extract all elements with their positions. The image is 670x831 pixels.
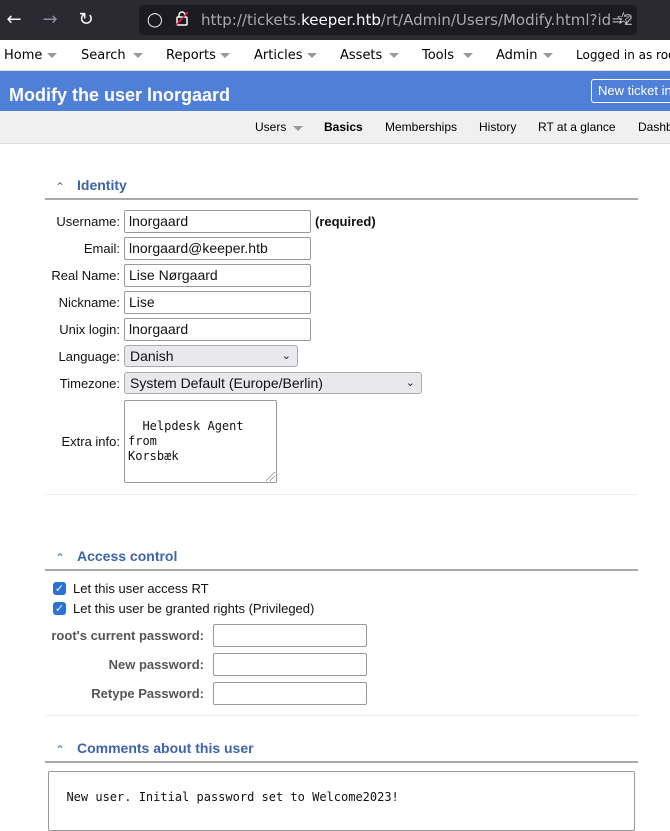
current-password-label: root's current password: [51, 628, 204, 643]
new-password-field[interactable] [213, 653, 367, 676]
section-title: Access control [77, 548, 178, 564]
privileged-checkbox[interactable]: ✓ [53, 602, 66, 615]
identity-section-header[interactable]: ⌃ Identity [45, 176, 638, 200]
language-label: Language: [58, 349, 120, 364]
email-field[interactable]: lnorgaard@keeper.htb [124, 237, 311, 260]
retype-password-label: Retype Password: [91, 686, 204, 701]
comments-textarea[interactable]: New user. Initial password set to Welcom… [48, 771, 635, 831]
extrainfo-text: Helpdesk Agent from Korsbæk [128, 419, 244, 463]
section-title: Comments about this user [77, 740, 254, 756]
privileged-label[interactable]: Let this user be granted rights (Privile… [73, 601, 314, 616]
chevron-down-icon[interactable] [220, 53, 230, 58]
page-header: Modify the user lnorgaard New ticket in [0, 71, 670, 111]
section-title: Identity [77, 177, 127, 193]
forward-icon[interactable]: → [38, 8, 62, 32]
menu-tools[interactable]: Tools [422, 40, 454, 71]
current-password-field[interactable] [213, 624, 367, 647]
timezone-value: System Default (Europe/Berlin) [130, 375, 323, 391]
resize-handle-icon[interactable] [266, 472, 275, 481]
collapse-chevron-icon[interactable]: ⌃ [55, 180, 65, 194]
chevron-down-icon[interactable] [543, 53, 553, 58]
email-label: Email: [83, 241, 120, 256]
insecure-lock-icon[interactable] [175, 10, 189, 32]
section-divider [45, 715, 638, 716]
required-note: (required) [315, 214, 376, 229]
access-rt-label[interactable]: Let this user access RT [73, 581, 209, 596]
chevron-down-icon: ⌄ [405, 377, 415, 389]
bookmark-star-icon[interactable]: ☆ [616, 9, 631, 29]
chevron-down-icon[interactable] [47, 53, 57, 58]
language-value: Danish [130, 348, 174, 364]
chevron-down-icon[interactable] [463, 53, 473, 58]
chevron-down-icon[interactable] [293, 126, 303, 131]
access-section-header[interactable]: ⌃ Access control [45, 547, 638, 571]
url-bar[interactable]: ◯ http://tickets.keeper.htb/rt/Admin/Use… [139, 5, 637, 35]
url-text: http://tickets.keeper.htb/rt/Admin/Users… [201, 11, 634, 29]
username-label: Username: [56, 214, 120, 229]
comments-text: New user. Initial password set to Welcom… [66, 790, 399, 804]
unixlogin-field[interactable]: lnorgaard [124, 318, 311, 341]
menu-admin[interactable]: Admin [496, 40, 537, 71]
new-password-label: New password: [108, 657, 204, 672]
tab-users[interactable]: Users [255, 111, 286, 144]
collapse-chevron-icon[interactable]: ⌃ [55, 551, 65, 565]
chevron-down-icon: ⌄ [281, 350, 291, 362]
timezone-label: Timezone: [59, 376, 120, 391]
tab-rt-at-a-glance[interactable]: RT at a glance [538, 111, 616, 144]
browser-toolbar: ← → ↻ ◯ http://tickets.keeper.htb/rt/Adm… [0, 0, 670, 40]
logged-in-as[interactable]: Logged in as root [576, 40, 670, 71]
nickname-label: Nickname: [58, 295, 120, 310]
tab-basics[interactable]: Basics [324, 111, 363, 144]
shield-icon[interactable]: ◯ [147, 10, 163, 30]
extrainfo-textarea[interactable]: Helpdesk Agent from Korsbæk [124, 400, 277, 483]
menu-home[interactable]: Home [4, 40, 42, 71]
unixlogin-label: Unix login: [59, 322, 120, 337]
chevron-down-icon[interactable] [307, 53, 317, 58]
chevron-down-icon[interactable] [133, 53, 143, 58]
page-subnav: Users Basics Memberships History RT at a… [0, 111, 670, 144]
tab-history[interactable]: History [479, 111, 516, 144]
section-divider [45, 494, 638, 495]
retype-password-field[interactable] [213, 682, 367, 705]
realname-label: Real Name: [51, 268, 120, 283]
menu-assets[interactable]: Assets [340, 40, 382, 71]
nickname-field[interactable]: Lise [124, 291, 311, 314]
tab-dashboards[interactable]: Dashboards [638, 111, 670, 144]
extrainfo-label: Extra info: [61, 434, 120, 449]
username-field[interactable]: lnorgaard [124, 210, 311, 233]
reload-icon[interactable]: ↻ [74, 8, 98, 32]
chevron-down-icon[interactable] [389, 53, 399, 58]
timezone-select[interactable]: System Default (Europe/Berlin) ⌄ [124, 372, 422, 394]
language-select[interactable]: Danish ⌄ [124, 345, 298, 367]
menu-reports[interactable]: Reports [166, 40, 216, 71]
new-ticket-button[interactable]: New ticket in [591, 79, 670, 103]
menu-search[interactable]: Search [81, 40, 126, 71]
menu-articles[interactable]: Articles [254, 40, 302, 71]
realname-field[interactable]: Lise Nørgaard [124, 264, 311, 287]
top-menu: Home Search Reports Articles Assets Tool… [0, 40, 670, 71]
access-rt-checkbox[interactable]: ✓ [53, 582, 66, 595]
comments-section-header[interactable]: ⌃ Comments about this user [45, 739, 638, 763]
back-icon[interactable]: ← [2, 8, 26, 32]
tab-memberships[interactable]: Memberships [385, 111, 457, 144]
collapse-chevron-icon[interactable]: ⌃ [55, 743, 65, 757]
